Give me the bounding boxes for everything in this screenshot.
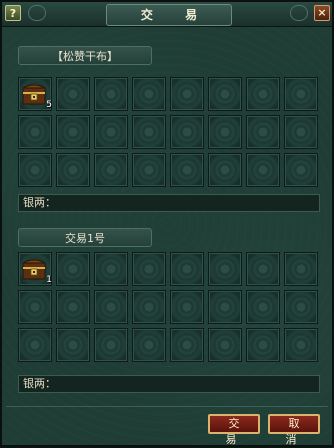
divider [6, 406, 328, 407]
partner-item-slot[interactable]: 5 [18, 77, 52, 111]
partner-item-slot[interactable] [132, 77, 166, 111]
trade-button[interactable]: 交 易 [208, 414, 260, 446]
partner-item-slot[interactable] [132, 115, 166, 149]
partner-item-slot[interactable] [208, 77, 242, 111]
self-item-slot[interactable] [56, 252, 90, 286]
partner-money-field: 银两： [18, 194, 320, 212]
self-name-label: 交易1号 [18, 228, 152, 247]
partner-item-slot[interactable] [170, 153, 204, 187]
partner-item-slot[interactable] [132, 153, 166, 187]
corner-ornament-icon [28, 5, 46, 21]
partner-item-slot[interactable] [246, 153, 280, 187]
corner-ornament-icon [290, 5, 308, 21]
partner-item-slot[interactable] [284, 153, 318, 187]
partner-item-slot[interactable] [56, 77, 90, 111]
self-item-slot[interactable] [56, 328, 90, 362]
self-item-slot[interactable] [18, 328, 52, 362]
self-item-slot[interactable] [284, 290, 318, 324]
partner-item-slot[interactable] [18, 153, 52, 187]
partner-item-slot[interactable] [170, 77, 204, 111]
self-item-slot[interactable] [94, 290, 128, 324]
partner-item-slot[interactable] [94, 153, 128, 187]
self-item-slot[interactable] [94, 328, 128, 362]
self-item-slot[interactable] [246, 252, 280, 286]
partner-item-slot[interactable] [94, 77, 128, 111]
title-bar[interactable]: ? 交 易 × [2, 2, 332, 27]
self-item-slot[interactable] [132, 290, 166, 324]
self-item-slot[interactable] [132, 252, 166, 286]
self-item-slot[interactable] [208, 328, 242, 362]
partner-name-label: 【松赞干布】 [18, 46, 152, 65]
self-item-slot[interactable] [94, 252, 128, 286]
close-button[interactable]: × [314, 5, 330, 21]
self-item-slot[interactable] [284, 328, 318, 362]
cancel-button[interactable]: 取 消 [268, 414, 320, 446]
item-count: 5 [46, 100, 52, 110]
self-item-slot[interactable] [246, 328, 280, 362]
self-item-slot[interactable] [170, 290, 204, 324]
self-item-slot[interactable] [56, 290, 90, 324]
self-item-slot[interactable] [18, 290, 52, 324]
partner-item-slot[interactable] [246, 77, 280, 111]
self-item-slot[interactable] [246, 290, 280, 324]
self-item-slot[interactable]: 1 [18, 252, 52, 286]
item-count: 1 [46, 275, 52, 285]
self-money-label: 银两： [23, 377, 56, 390]
partner-item-slot[interactable] [170, 115, 204, 149]
partner-item-slot[interactable] [208, 115, 242, 149]
self-item-slot[interactable] [208, 290, 242, 324]
partner-item-slot[interactable] [56, 153, 90, 187]
partner-item-slot[interactable] [284, 115, 318, 149]
trade-window: ? 交 易 × 【松赞干布】 5 银两： 交易1号 1 银两： 交 易 取 消 [0, 0, 334, 447]
partner-item-slot[interactable] [246, 115, 280, 149]
partner-item-slot[interactable] [56, 115, 90, 149]
partner-money-label: 银两： [23, 196, 56, 209]
partner-item-slot[interactable] [18, 115, 52, 149]
self-item-slot[interactable] [170, 328, 204, 362]
treasure-chest-icon[interactable] [22, 82, 46, 106]
partner-item-slot[interactable] [208, 153, 242, 187]
self-money-field[interactable]: 银两： [18, 375, 320, 393]
self-item-slot[interactable] [208, 252, 242, 286]
self-item-slot[interactable] [170, 252, 204, 286]
window-title: 交 易 [106, 4, 232, 26]
help-button[interactable]: ? [5, 5, 21, 21]
partner-item-slot[interactable] [284, 77, 318, 111]
self-item-slot[interactable] [132, 328, 166, 362]
treasure-chest-icon[interactable] [22, 257, 46, 281]
partner-item-slot[interactable] [94, 115, 128, 149]
self-item-slot[interactable] [284, 252, 318, 286]
